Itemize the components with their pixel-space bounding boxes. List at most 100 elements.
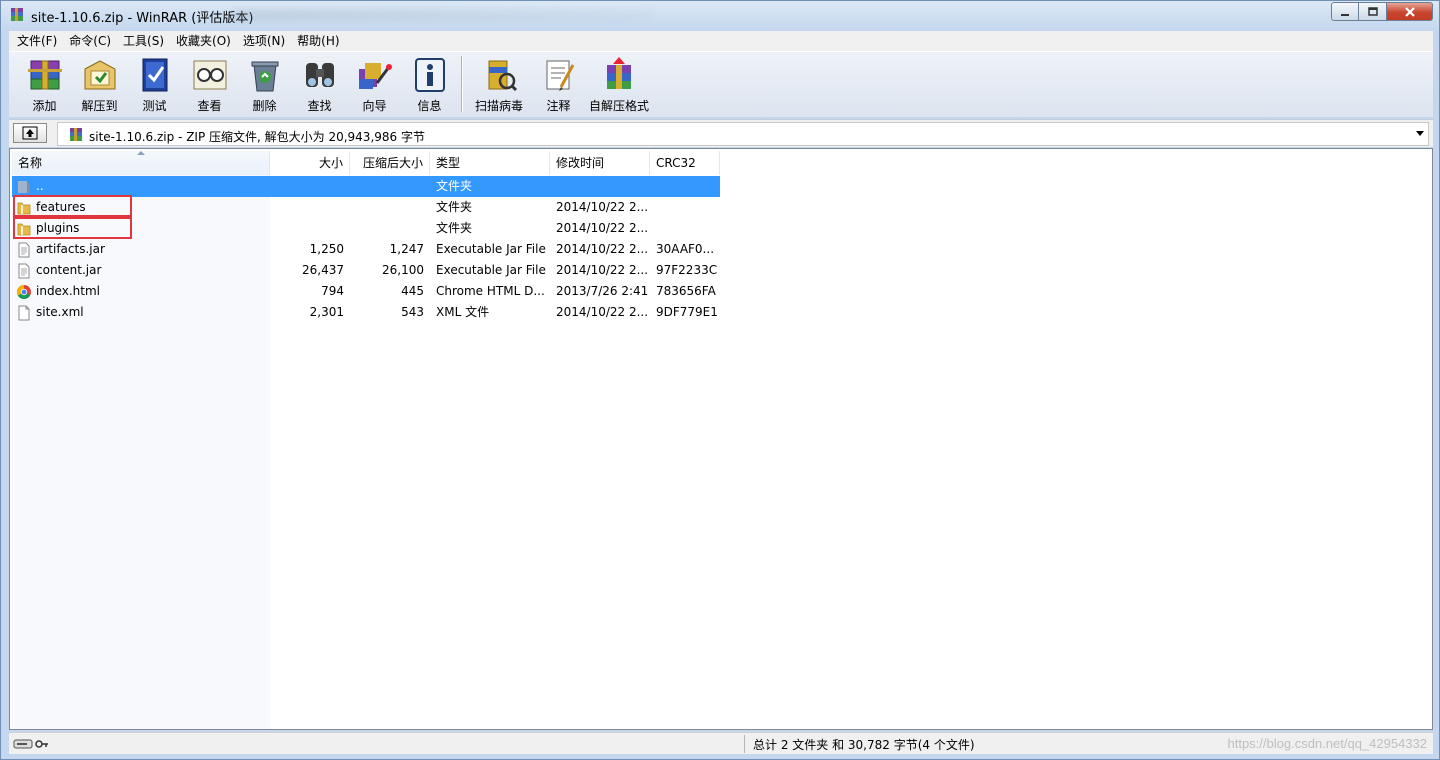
- file-row-parent[interactable]: .. 文件夹: [12, 176, 720, 197]
- file-name-cell: content.jar: [12, 260, 270, 281]
- chrome-html-icon: [17, 284, 31, 299]
- file-packed-size: [350, 218, 430, 239]
- folder-icon: [17, 202, 31, 214]
- parent-folder-icon: [18, 180, 30, 193]
- info-button[interactable]: 信息: [402, 52, 457, 114]
- file-name: features: [36, 200, 86, 214]
- virus-scan-label: 扫描病毒: [474, 99, 523, 113]
- view-button[interactable]: 查看: [182, 52, 237, 114]
- file-crc: [650, 197, 720, 218]
- file-size: 26,437: [302, 263, 344, 277]
- file-row-artifacts-jar[interactable]: artifacts.jar 1,250 1,247 Executable Jar…: [12, 239, 720, 260]
- file-name: plugins: [36, 221, 80, 235]
- add-archive-icon: [24, 55, 66, 95]
- find-button[interactable]: 查找: [292, 52, 347, 114]
- up-arrow-icon: [22, 126, 38, 140]
- file-crc: 30AAF0...: [656, 242, 715, 256]
- file-modified: 2014/10/22 2...: [556, 200, 649, 214]
- file-crc: 97F2233C: [656, 263, 718, 277]
- file-rows: .. 文件夹 features 文件夹 2014/10/22 2... plug…: [12, 176, 720, 323]
- minimize-icon: [1341, 13, 1349, 16]
- window-controls: [1331, 2, 1433, 21]
- sfx-icon: [598, 55, 640, 95]
- file-name-cell: ..: [12, 176, 270, 197]
- file-size: [270, 218, 350, 239]
- extract-to-label: 解压到: [81, 99, 118, 113]
- column-header-packed[interactable]: 压缩后大小: [350, 151, 430, 175]
- comment-button[interactable]: 注释: [531, 52, 586, 114]
- up-one-level-button[interactable]: [13, 123, 47, 143]
- virus-scan-icon: [478, 55, 520, 95]
- file-name-cell: index.html: [12, 281, 270, 302]
- title-bar[interactable]: site-1.10.6.zip - WinRAR (评估版本): [1, 1, 1439, 31]
- file-packed-size: 543: [401, 305, 424, 319]
- file-crc: [650, 218, 720, 239]
- status-separator: [744, 735, 745, 753]
- column-header-modified[interactable]: 修改时间: [550, 151, 650, 175]
- chevron-down-icon[interactable]: [1416, 131, 1424, 136]
- delete-label: 删除: [252, 99, 277, 113]
- menu-bar: 文件(F) 命令(C) 工具(S) 收藏夹(O) 选项(N) 帮助(H): [9, 31, 1433, 51]
- file-modified: 2014/10/22 2...: [556, 242, 649, 256]
- extract-to-button[interactable]: 解压到: [72, 52, 127, 114]
- file-packed-size: 1,247: [389, 242, 424, 256]
- file-modified: 2013/7/26 2:41: [556, 284, 649, 298]
- file-packed-size: 26,100: [382, 263, 424, 277]
- wizard-button[interactable]: 向导: [347, 52, 402, 114]
- address-bar: site-1.10.6.zip - ZIP 压缩文件, 解包大小为 20,943…: [9, 119, 1433, 147]
- file-row-index-html[interactable]: index.html 794 445 Chrome HTML D... 2013…: [12, 281, 720, 302]
- menu-favorites[interactable]: 收藏夹(O): [170, 31, 237, 51]
- minimize-button[interactable]: [1331, 2, 1359, 21]
- menu-help[interactable]: 帮助(H): [291, 31, 345, 51]
- delete-icon: [244, 55, 286, 95]
- status-summary: 总计 2 文件夹 和 30,782 字节(4 个文件): [753, 738, 975, 752]
- file-name-cell: plugins: [12, 218, 270, 239]
- column-header-type[interactable]: 类型: [430, 151, 550, 175]
- watermark-text: https://blog.csdn.net/qq_42954332: [1227, 736, 1428, 751]
- archive-path-field[interactable]: site-1.10.6.zip - ZIP 压缩文件, 解包大小为 20,943…: [57, 122, 1429, 146]
- file-name-cell: artifacts.jar: [12, 239, 270, 260]
- extract-to-icon: [79, 55, 121, 95]
- test-label: 测试: [142, 99, 167, 113]
- test-icon: [134, 55, 176, 95]
- zip-archive-icon: [70, 128, 82, 141]
- column-header-crc[interactable]: CRC32: [650, 151, 720, 175]
- delete-button[interactable]: 删除: [237, 52, 292, 114]
- archive-info-text: site-1.10.6.zip - ZIP 压缩文件, 解包大小为 20,943…: [89, 130, 425, 144]
- file-size: 2,301: [309, 305, 344, 319]
- sfx-button[interactable]: 自解压格式: [586, 52, 652, 114]
- test-button[interactable]: 测试: [127, 52, 182, 114]
- file-row-features[interactable]: features 文件夹 2014/10/22 2...: [12, 197, 720, 218]
- file-row-site-xml[interactable]: site.xml 2,301 543 XML 文件 2014/10/22 2..…: [12, 302, 720, 323]
- column-header-size[interactable]: 大小: [270, 151, 350, 175]
- menu-file[interactable]: 文件(F): [11, 31, 63, 51]
- file-size: 1,250: [309, 242, 344, 256]
- file-crc: [650, 176, 720, 197]
- list-header: 名称 大小 压缩后大小 类型 修改时间 CRC32: [12, 151, 720, 175]
- add-button[interactable]: 添加: [17, 52, 72, 114]
- file-type: 文件夹: [436, 200, 473, 214]
- menu-options[interactable]: 选项(N): [237, 31, 291, 51]
- folder-icon: [17, 223, 31, 235]
- file-modified: 2014/10/22 2...: [556, 263, 649, 277]
- info-label: 信息: [417, 99, 442, 113]
- file-name: ..: [36, 179, 44, 193]
- close-button[interactable]: [1387, 2, 1433, 21]
- toolbar-separator: [461, 56, 463, 112]
- file-row-content-jar[interactable]: content.jar 26,437 26,100 Executable Jar…: [12, 260, 720, 281]
- maximize-button[interactable]: [1359, 2, 1387, 21]
- file-name: content.jar: [36, 263, 102, 277]
- wizard-icon: [354, 55, 396, 95]
- file-packed-size: [350, 176, 430, 197]
- menu-commands[interactable]: 命令(C): [63, 31, 117, 51]
- info-icon: [409, 55, 451, 95]
- add-label: 添加: [32, 99, 57, 113]
- file-type: 文件夹: [430, 176, 550, 197]
- virus-scan-button[interactable]: 扫描病毒: [467, 52, 531, 114]
- blurred-title-area: [233, 9, 653, 21]
- winrar-window: site-1.10.6.zip - WinRAR (评估版本) 文件(F) 命令…: [0, 0, 1440, 760]
- file-crc: 783656FA: [656, 284, 716, 298]
- comment-label: 注释: [546, 99, 571, 113]
- menu-tools[interactable]: 工具(S): [117, 31, 170, 51]
- file-row-plugins[interactable]: plugins 文件夹 2014/10/22 2...: [12, 218, 720, 239]
